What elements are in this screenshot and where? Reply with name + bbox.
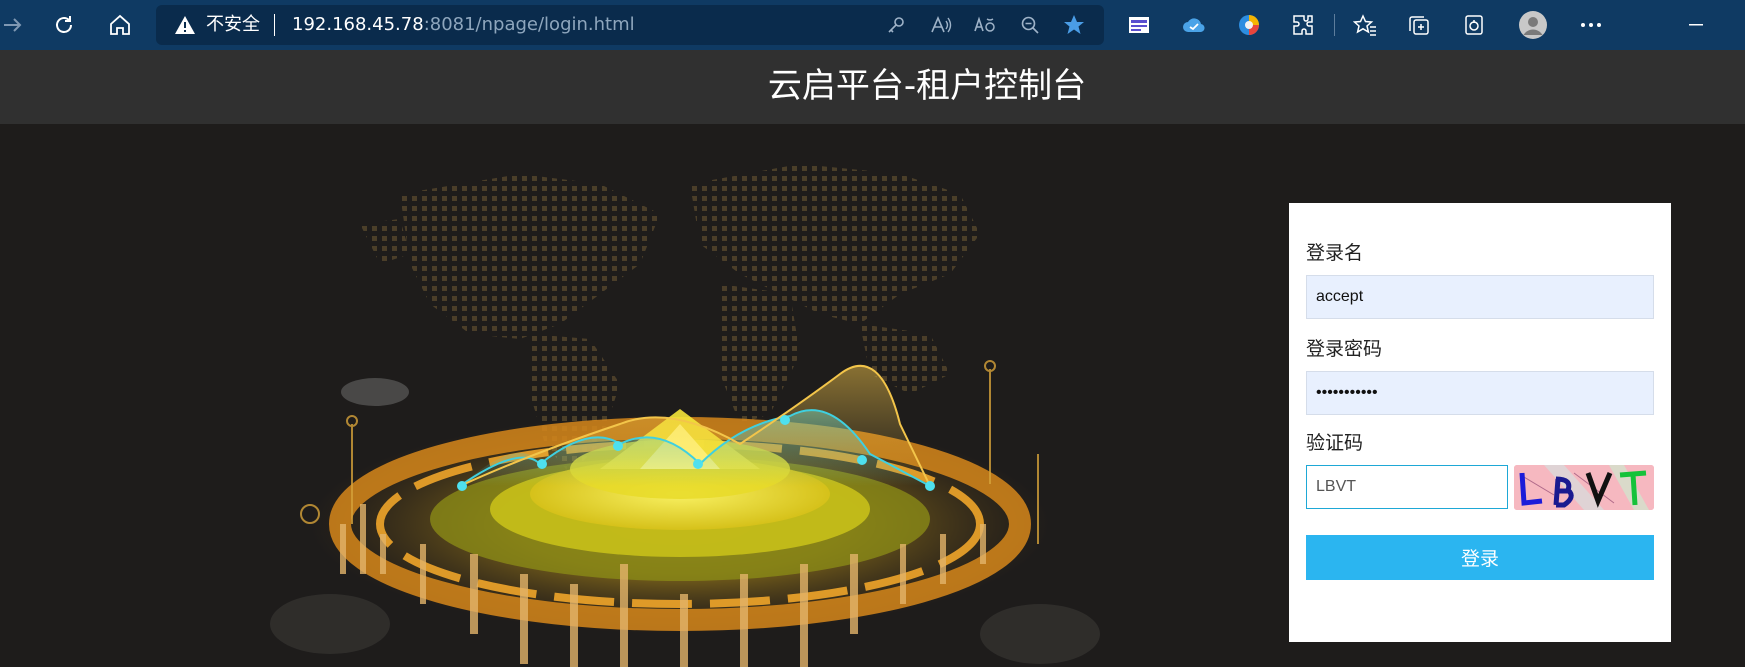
warning-icon [174, 15, 196, 35]
refresh-icon[interactable] [51, 12, 77, 38]
colorful-extension-icon[interactable] [1236, 12, 1262, 38]
password-input[interactable] [1306, 371, 1654, 415]
read-aloud-icon[interactable] [929, 13, 953, 37]
more-menu-icon[interactable] [1578, 12, 1604, 38]
forward-icon[interactable] [0, 12, 26, 38]
divider [274, 14, 275, 36]
captcha-image[interactable] [1514, 465, 1654, 510]
login-button[interactable]: 登录 [1306, 535, 1654, 580]
captcha-label: 验证码 [1306, 432, 1364, 454]
browser-essentials-icon[interactable] [1461, 12, 1487, 38]
page-header: 云启平台-租户控制台 [0, 50, 1745, 124]
page-title: 云启平台-租户控制台 [767, 66, 1087, 106]
key-icon[interactable] [884, 13, 908, 37]
zoom-out-icon[interactable] [1018, 13, 1042, 37]
address-bar[interactable]: 不安全 192.168.45.78:8081/npage/login.html [156, 5, 1104, 45]
url-text[interactable]: 192.168.45.78:8081/npage/login.html [292, 15, 635, 35]
toolbar-divider [1334, 14, 1335, 36]
username-label: 登录名 [1306, 242, 1364, 264]
username-input[interactable] [1306, 275, 1654, 319]
captcha-input[interactable] [1306, 465, 1508, 509]
extension-page-icon[interactable] [1126, 12, 1152, 38]
url-path: :8081/npage/login.html [423, 14, 635, 35]
security-status[interactable]: 不安全 [206, 15, 260, 35]
favorite-star-icon[interactable] [1062, 13, 1086, 37]
password-label: 登录密码 [1306, 338, 1383, 360]
translate-icon[interactable] [973, 13, 997, 37]
minimize-icon[interactable] [1683, 12, 1709, 38]
extensions-puzzle-icon[interactable] [1290, 12, 1316, 38]
captcha-picture [1514, 465, 1654, 510]
cloud-extension-icon[interactable] [1181, 12, 1207, 38]
profile-avatar[interactable] [1518, 10, 1548, 40]
collections-icon[interactable] [1406, 12, 1432, 38]
home-icon[interactable] [107, 12, 133, 38]
browser-toolbar: 不安全 192.168.45.78:8081/npage/login.html [0, 0, 1745, 50]
url-host: 192.168.45.78 [292, 14, 424, 35]
login-panel: 登录名 登录密码 验证码 登录 [1289, 203, 1671, 642]
favorites-icon[interactable] [1352, 12, 1378, 38]
